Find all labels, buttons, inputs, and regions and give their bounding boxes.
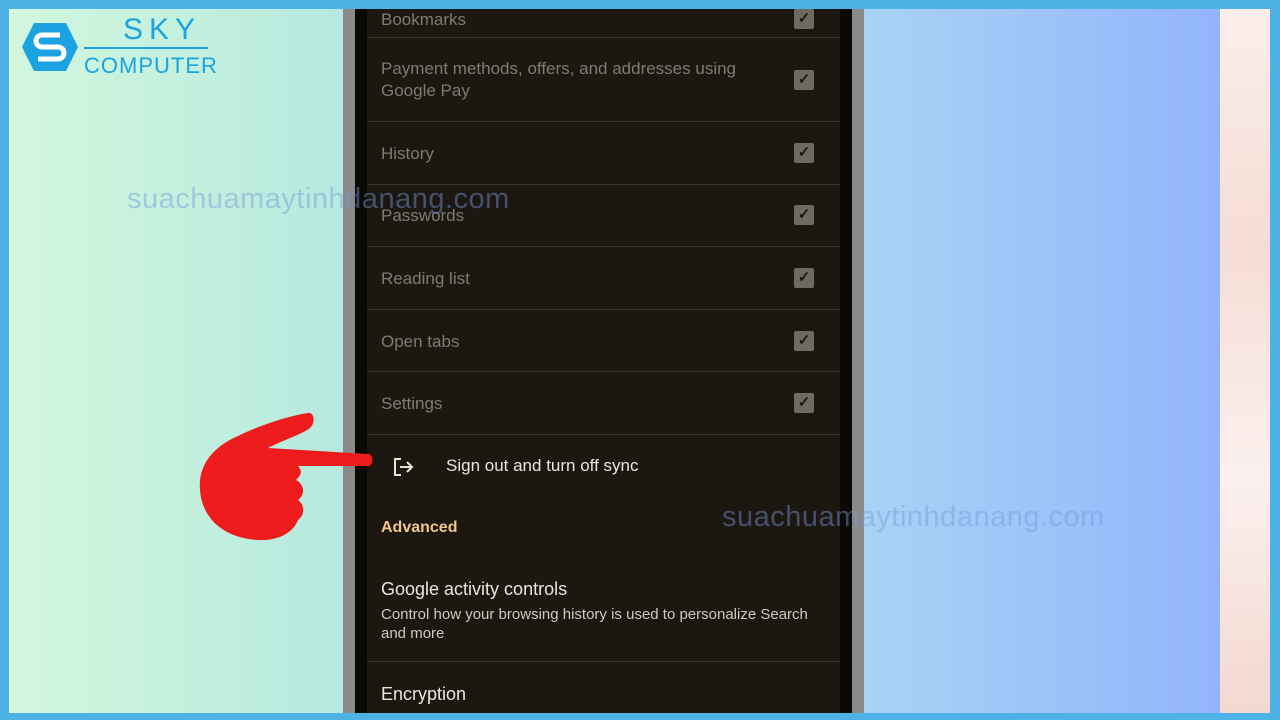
item-label: Bookmarks [381,10,467,29]
sign-out-button[interactable]: Sign out and turn off sync [367,435,840,498]
watermark: suachuamaytinhdanang.com [722,501,1105,533]
sign-out-label: Sign out and turn off sync [446,456,639,475]
activity-description: Control how your browsing history is use… [381,606,808,642]
checkbox-checked-icon[interactable]: ✓ [794,143,814,163]
activity-title: Google activity controls [381,579,568,599]
checkbox-checked-icon[interactable]: ✓ [794,9,814,29]
sync-item-bookmarks[interactable]: Bookmarks ✓ [367,0,840,38]
logo-sky: SKY [122,13,202,46]
watermark: suachuamaytinhdanang.com [127,183,510,215]
item-label: Reading list [381,269,470,288]
logo-divider [84,47,208,49]
logout-icon [394,458,414,476]
checkbox-checked-icon[interactable]: ✓ [794,268,814,288]
logo-computer: COMPUTER [84,53,218,78]
sync-item-payment[interactable]: Payment methods, offers, and addresses u… [367,38,840,122]
background-left [9,9,343,713]
sync-item-open-tabs[interactable]: Open tabs ✓ [367,310,840,372]
item-label: History [381,144,434,163]
google-activity-controls[interactable]: Google activity controls Control how you… [367,564,840,662]
checkbox-checked-icon[interactable]: ✓ [794,205,814,225]
item-label: Settings [381,394,443,413]
advanced-header: Advanced [381,519,458,536]
sync-settings-screen: Bookmarks ✓ Payment methods, offers, and… [367,9,840,713]
item-label: Open tabs [381,332,460,351]
sync-item-settings[interactable]: Settings ✓ [367,372,840,435]
checkbox-checked-icon[interactable]: ✓ [794,331,814,351]
encryption-item[interactable]: Encryption [381,684,466,705]
item-label: Payment methods, offers, and addresses u… [381,59,736,100]
background-right [864,9,1220,713]
checkbox-checked-icon[interactable]: ✓ [794,393,814,413]
checkbox-checked-icon[interactable]: ✓ [794,70,814,90]
logo-mark-icon [22,23,78,71]
pointing-hand-icon [199,412,373,541]
background-strip [1220,9,1270,713]
sync-item-reading-list[interactable]: Reading list ✓ [367,247,840,310]
sync-item-history[interactable]: History ✓ [367,122,840,185]
